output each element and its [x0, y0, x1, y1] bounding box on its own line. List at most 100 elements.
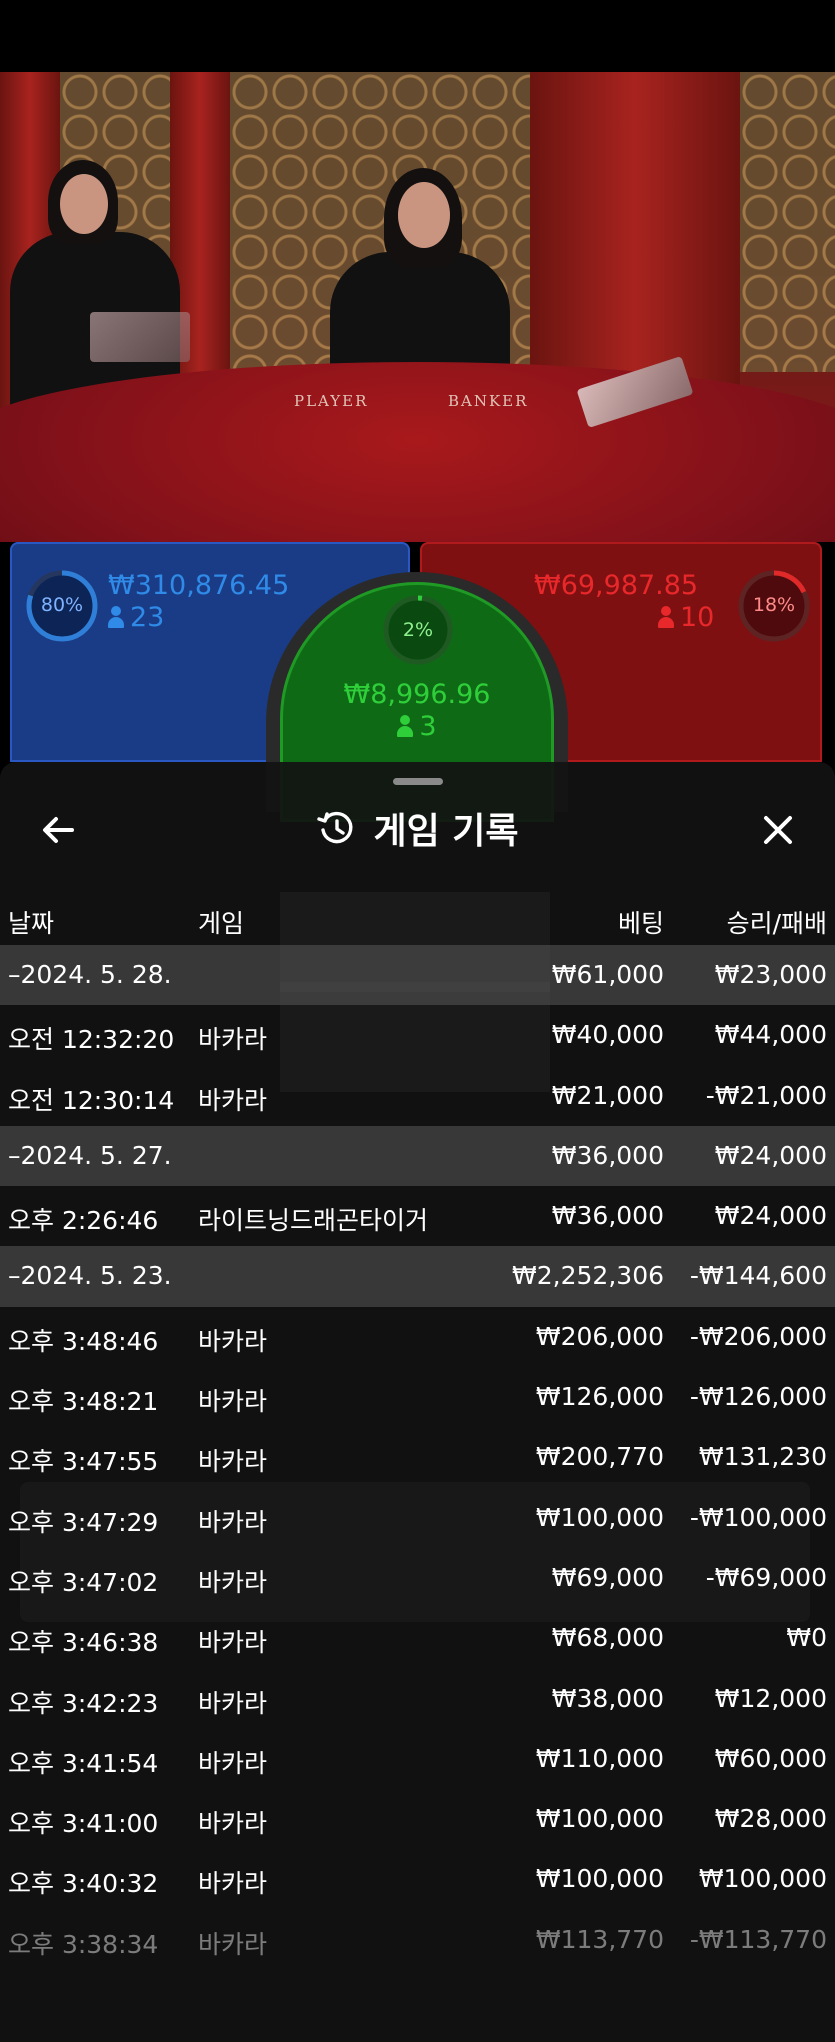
- history-row: 오후 3:38:34 바카라 ₩113,770 -₩113,770: [0, 1910, 835, 1970]
- close-icon[interactable]: [756, 808, 800, 852]
- tie-amount: ₩8,996.96: [343, 679, 491, 710]
- banker-count: 10: [658, 602, 714, 633]
- winloss-amount: ₩0: [786, 1623, 827, 1653]
- winloss-amount: -₩126,000: [689, 1382, 827, 1412]
- column-game: 게임: [198, 909, 245, 938]
- game-name: 바카라: [198, 1025, 268, 1055]
- bet-amount: ₩100,000: [535, 1864, 664, 1894]
- player-percent: 80%: [40, 594, 84, 616]
- winloss-amount: -₩206,000: [689, 1321, 827, 1351]
- game-name: 바카라: [198, 1507, 268, 1537]
- live-video: PLAYER BANKER: [0, 72, 835, 542]
- history-row: 오후 3:48:46 바카라 ₩206,000 -₩206,000: [0, 1307, 835, 1367]
- bet-amount: ₩2,252,306: [512, 1261, 664, 1291]
- tie-count-value: 3: [419, 711, 437, 742]
- user-icon: [658, 606, 674, 628]
- game-name: 바카라: [198, 1567, 268, 1597]
- time-label: 오후 3:46:38: [8, 1628, 159, 1658]
- date-group-row[interactable]: –2024. 5. 27. ₩36,000 ₩24,000: [0, 1125, 835, 1187]
- time-label: 오후 3:48:46: [8, 1326, 159, 1356]
- winloss-amount: -₩21,000: [705, 1080, 827, 1110]
- history-row: 오후 3:42:23 바카라 ₩38,000 ₩12,000: [0, 1669, 835, 1729]
- time-label: 오후 3:40:32: [8, 1869, 159, 1899]
- time-label: 오후 3:47:02: [8, 1567, 159, 1597]
- history-row: 오후 3:46:38 바카라 ₩68,000 ₩0: [0, 1608, 835, 1668]
- game-name: 라이트닝드래곤타이거: [198, 1206, 429, 1236]
- time-label: 오후 3:41:54: [8, 1748, 159, 1778]
- bet-amount: ₩113,770: [535, 1924, 664, 1954]
- banker-amount: ₩69,987.85: [534, 570, 699, 601]
- history-row: 오전 12:30:14 바카라 ₩21,000 -₩21,000: [0, 1066, 835, 1126]
- bet-amount: ₩40,000: [551, 1020, 664, 1050]
- time-label: 오전 12:32:20: [8, 1025, 175, 1055]
- winloss-amount: ₩23,000: [714, 960, 827, 989]
- column-date: 날짜: [8, 909, 55, 938]
- sheet-header: 게임 기록: [0, 802, 835, 858]
- winloss-amount: -₩113,770: [689, 1924, 827, 1954]
- winloss-amount: ₩100,000: [698, 1864, 827, 1894]
- column-winloss: 승리/패배: [726, 909, 827, 938]
- game-name: 바카라: [198, 1748, 268, 1778]
- winloss-amount: ₩131,230: [698, 1442, 827, 1472]
- history-row: 오후 3:47:55 바카라 ₩200,770 ₩131,230: [0, 1427, 835, 1487]
- user-icon: [108, 606, 124, 628]
- dealer-center-face: [398, 182, 450, 248]
- user-icon: [397, 715, 414, 737]
- dealer-left-face: [60, 174, 108, 234]
- date-label: –2024. 5. 23.: [8, 1261, 172, 1291]
- date-group-row[interactable]: –2024. 5. 23. ₩2,252,306 -₩144,600: [0, 1246, 835, 1307]
- history-row: 오후 3:41:00 바카라 ₩100,000 ₩28,000: [0, 1789, 835, 1849]
- date-group-row[interactable]: –2024. 5. 28. ₩61,000 ₩23,000: [0, 945, 835, 1006]
- player-count: 23: [108, 602, 164, 633]
- baccarat-table: [0, 362, 835, 542]
- bet-amount: ₩36,000: [551, 1140, 664, 1170]
- winloss-amount: -₩100,000: [689, 1502, 827, 1532]
- winloss-amount: -₩69,000: [705, 1562, 827, 1592]
- game-history-sheet: 게임 기록 날짜 게임 베팅 승리/패배 –2024. 5. 28. ₩61,00…: [0, 762, 835, 2042]
- time-label: 오후 3:41:00: [8, 1809, 159, 1839]
- winloss-amount: ₩12,000: [714, 1683, 827, 1713]
- bet-amount: ₩36,000: [551, 1201, 664, 1231]
- bet-amount: ₩100,000: [535, 1502, 664, 1532]
- date-label: –2024. 5. 28.: [8, 960, 172, 989]
- history-row: 오후 3:47:29 바카라 ₩100,000 -₩100,000: [0, 1488, 835, 1548]
- sheet-drag-handle[interactable]: [393, 778, 443, 785]
- decor-panel-right: [740, 72, 835, 372]
- bet-amount: ₩200,770: [535, 1442, 664, 1472]
- game-name: 바카라: [198, 1688, 268, 1718]
- banker-percent: 18%: [752, 594, 796, 616]
- game-name: 바카라: [198, 1387, 268, 1417]
- time-label: 오후 3:38:34: [8, 1929, 159, 1959]
- history-row: 오후 2:26:46 라이트닝드래곤타이거 ₩36,000 ₩24,000: [0, 1186, 835, 1246]
- bet-amount: ₩21,000: [551, 1080, 664, 1110]
- player-count-value: 23: [130, 602, 165, 633]
- winloss-amount: -₩144,600: [689, 1261, 827, 1291]
- winloss-amount: ₩44,000: [714, 1020, 827, 1050]
- history-list: –2024. 5. 28. ₩61,000 ₩23,000 오전 12:32:20 바카…: [0, 945, 835, 1970]
- history-row: 오후 3:40:32 바카라 ₩100,000 ₩100,000: [0, 1849, 835, 1909]
- time-label: 오후 2:26:46: [8, 1206, 159, 1236]
- game-name: 바카라: [198, 1085, 268, 1115]
- winloss-amount: ₩28,000: [714, 1804, 827, 1834]
- time-label: 오후 3:42:23: [8, 1688, 159, 1718]
- history-row: 오후 3:41:54 바카라 ₩110,000 ₩60,000: [0, 1729, 835, 1789]
- game-name: 바카라: [198, 1929, 268, 1959]
- time-label: 오후 3:47:29: [8, 1507, 159, 1537]
- bet-amount: ₩206,000: [535, 1321, 664, 1351]
- bet-amount: ₩69,000: [551, 1562, 664, 1592]
- status-bar: [0, 0, 835, 72]
- date-label: –2024. 5. 27.: [8, 1140, 172, 1170]
- history-row: 오후 3:48:21 바카라 ₩126,000 -₩126,000: [0, 1367, 835, 1427]
- game-name: 바카라: [198, 1628, 268, 1658]
- history-icon: [317, 811, 353, 844]
- winloss-amount: ₩60,000: [714, 1743, 827, 1773]
- time-label: 오후 3:48:21: [8, 1387, 159, 1417]
- history-row: 오전 12:32:20 바카라 ₩40,000 ₩44,000: [0, 1005, 835, 1065]
- history-column-header: 날짜 게임 베팅 승리/패배: [0, 894, 835, 944]
- felt-label-player: PLAYER: [294, 392, 369, 410]
- game-name: 바카라: [198, 1326, 268, 1356]
- bet-amount: ₩38,000: [551, 1683, 664, 1713]
- bet-amount: ₩126,000: [535, 1382, 664, 1412]
- game-name: 바카라: [198, 1869, 268, 1899]
- game-name: 바카라: [198, 1447, 268, 1477]
